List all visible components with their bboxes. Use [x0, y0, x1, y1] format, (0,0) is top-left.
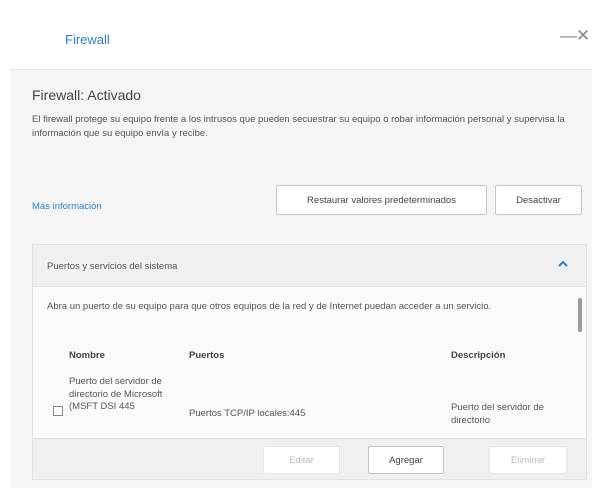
- more-info-link[interactable]: Más información: [32, 201, 102, 212]
- row-ports: Puertos TCP/IP locales:445: [189, 408, 306, 419]
- minimize-icon[interactable]: —: [560, 26, 577, 46]
- ports-description: Abra un puerto de su equipo para que otr…: [47, 301, 492, 312]
- title-bar: Firewall — ✕: [10, 10, 592, 68]
- row-description: Puerto del servidor de directorio: [451, 402, 544, 426]
- restore-defaults-button[interactable]: Restaurar valores predeterminados: [276, 185, 487, 215]
- column-header-description: Descripción: [451, 350, 506, 361]
- chevron-up-icon[interactable]: [557, 258, 569, 270]
- add-button[interactable]: Agregar: [368, 446, 444, 474]
- row-name: Puerto del servidor de directorio de Mic…: [69, 376, 163, 412]
- ports-section-footer: Editar Agregar Eliminar: [33, 438, 586, 479]
- ports-services-section: Puertos y servicios del sistema Abra un …: [32, 244, 587, 480]
- scrollbar-thumb[interactable]: [578, 298, 582, 332]
- ports-section-body: Abra un puerto de su equipo para que otr…: [33, 288, 586, 438]
- ports-section-header[interactable]: Puertos y servicios del sistema: [33, 245, 586, 287]
- window-title: Firewall: [65, 32, 110, 47]
- ports-section-title: Puertos y servicios del sistema: [47, 261, 178, 272]
- firewall-description: El firewall protege su equipo frente a l…: [32, 114, 565, 139]
- disable-button[interactable]: Desactivar: [495, 185, 582, 215]
- column-header-name: Nombre: [69, 350, 105, 361]
- remove-button[interactable]: Eliminar: [489, 446, 567, 474]
- firewall-panel: Firewall: Activado El firewall protege s…: [10, 69, 592, 488]
- close-icon[interactable]: ✕: [576, 26, 590, 46]
- row-checkbox[interactable]: [53, 406, 63, 416]
- column-header-ports: Puertos: [189, 350, 225, 361]
- firewall-window: Firewall — ✕ Firewall: Activado El firew…: [0, 0, 602, 503]
- firewall-status-title: Firewall: Activado: [32, 87, 141, 103]
- edit-button[interactable]: Editar: [263, 446, 340, 474]
